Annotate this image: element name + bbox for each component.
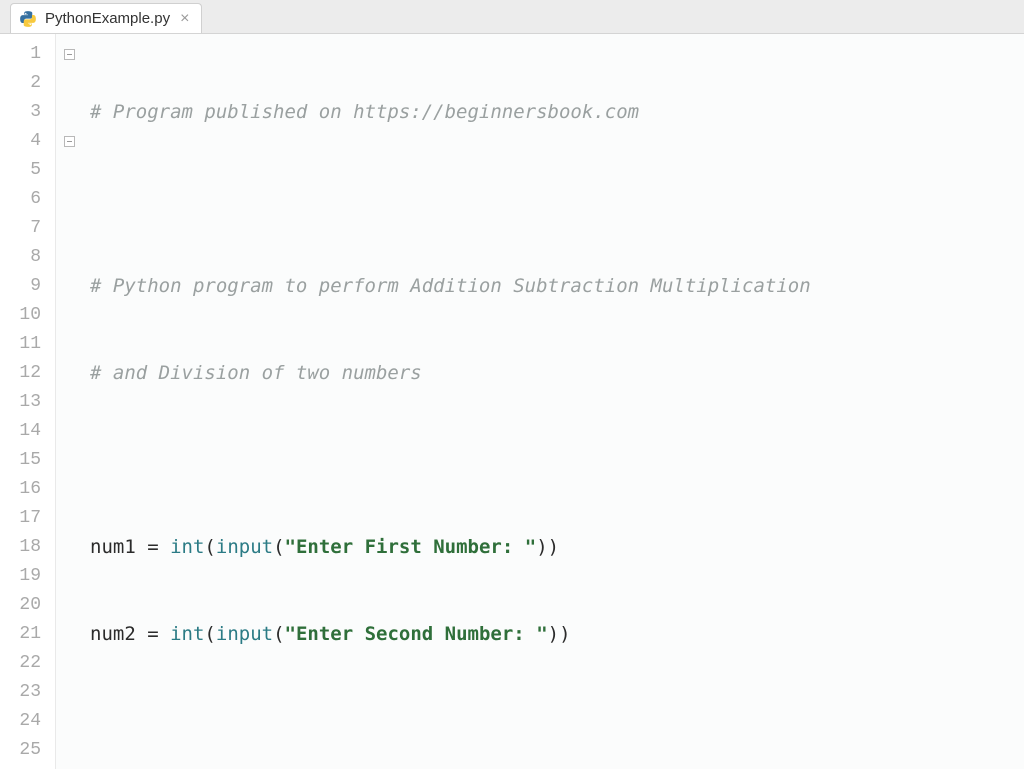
line-number: 7 bbox=[0, 214, 55, 243]
code-line bbox=[90, 185, 1024, 214]
close-icon[interactable]: × bbox=[178, 11, 191, 27]
code-editor[interactable]: 1234567891011121314151617181920212223242… bbox=[0, 34, 1024, 769]
line-number: 2 bbox=[0, 69, 55, 98]
fold-toggle-icon[interactable] bbox=[64, 136, 75, 147]
code-line: # Program published on https://beginners… bbox=[90, 98, 1024, 127]
line-number: 1 bbox=[0, 40, 55, 69]
line-number: 24 bbox=[0, 707, 55, 736]
line-number: 18 bbox=[0, 533, 55, 562]
line-number: 11 bbox=[0, 330, 55, 359]
line-number: 15 bbox=[0, 446, 55, 475]
fold-toggle-icon[interactable] bbox=[64, 49, 75, 60]
fold-strip bbox=[56, 34, 82, 769]
line-number-gutter: 1234567891011121314151617181920212223242… bbox=[0, 34, 56, 769]
code-line bbox=[90, 446, 1024, 475]
code-line bbox=[90, 707, 1024, 736]
line-number: 12 bbox=[0, 359, 55, 388]
file-tab-label: PythonExample.py bbox=[45, 10, 170, 27]
file-tab[interactable]: PythonExample.py × bbox=[10, 3, 202, 33]
line-number: 3 bbox=[0, 98, 55, 127]
line-number: 23 bbox=[0, 678, 55, 707]
python-file-icon bbox=[19, 10, 37, 28]
line-number: 13 bbox=[0, 388, 55, 417]
code-line: # and Division of two numbers bbox=[90, 359, 1024, 388]
line-number: 20 bbox=[0, 591, 55, 620]
line-number: 8 bbox=[0, 243, 55, 272]
line-number: 19 bbox=[0, 562, 55, 591]
line-number: 5 bbox=[0, 156, 55, 185]
line-number: 4 bbox=[0, 127, 55, 156]
line-number: 6 bbox=[0, 185, 55, 214]
code-line: num2 = int(input("Enter Second Number: "… bbox=[90, 620, 1024, 649]
line-number: 22 bbox=[0, 649, 55, 678]
tab-bar: PythonExample.py × bbox=[0, 0, 1024, 34]
line-number: 9 bbox=[0, 272, 55, 301]
line-number: 10 bbox=[0, 301, 55, 330]
code-line: num1 = int(input("Enter First Number: ")… bbox=[90, 533, 1024, 562]
line-number: 25 bbox=[0, 736, 55, 765]
line-number: 21 bbox=[0, 620, 55, 649]
line-number: 17 bbox=[0, 504, 55, 533]
line-number: 14 bbox=[0, 417, 55, 446]
line-number: 16 bbox=[0, 475, 55, 504]
code-line: # Python program to perform Addition Sub… bbox=[90, 272, 1024, 301]
code-area[interactable]: # Program published on https://beginners… bbox=[82, 34, 1024, 769]
